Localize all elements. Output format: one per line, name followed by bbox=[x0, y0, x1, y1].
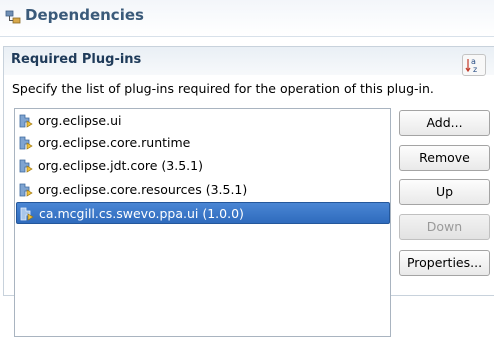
list-item-label: org.eclipse.ui bbox=[38, 113, 122, 128]
down-button[interactable]: Down bbox=[399, 214, 490, 240]
dependencies-icon bbox=[5, 10, 21, 24]
list-item-label: ca.mcgill.cs.swevo.ppa.ui (1.0.0) bbox=[39, 206, 244, 221]
section-title-bar: Required Plug-ins bbox=[4, 47, 494, 75]
required-plugins-section: Required Plug-ins a z Specify the list o… bbox=[3, 46, 494, 337]
section-description: Specify the list of plug-ins required fo… bbox=[12, 81, 434, 96]
plugin-icon bbox=[20, 207, 34, 221]
list-item-selected[interactable]: ca.mcgill.cs.swevo.ppa.ui (1.0.0) bbox=[16, 202, 390, 224]
plugin-icon bbox=[19, 159, 33, 173]
plugin-list[interactable]: org.eclipse.ui org.eclipse.core.runtime … bbox=[14, 108, 391, 337]
list-item-label: org.eclipse.core.resources (3.5.1) bbox=[38, 182, 248, 197]
up-button[interactable]: Up bbox=[399, 179, 490, 205]
page-title: Dependencies bbox=[25, 6, 144, 24]
properties-button[interactable]: Properties... bbox=[399, 250, 490, 276]
list-item[interactable]: org.eclipse.ui bbox=[16, 110, 390, 132]
plugin-icon bbox=[19, 114, 33, 128]
svg-text:z: z bbox=[473, 65, 477, 74]
list-item[interactable]: org.eclipse.jdt.core (3.5.1) bbox=[16, 155, 390, 177]
sort-alphabetical-icon: a z bbox=[465, 57, 477, 74]
section-title: Required Plug-ins bbox=[11, 52, 142, 67]
remove-button[interactable]: Remove bbox=[399, 145, 490, 171]
list-item-label: org.eclipse.core.runtime bbox=[38, 135, 191, 150]
sort-button[interactable]: a z bbox=[462, 54, 486, 76]
list-item-label: org.eclipse.jdt.core (3.5.1) bbox=[38, 158, 203, 173]
plugin-icon bbox=[19, 183, 33, 197]
editor-header: Dependencies bbox=[0, 0, 494, 37]
list-item[interactable]: org.eclipse.core.runtime bbox=[16, 132, 390, 154]
list-item[interactable]: org.eclipse.core.resources (3.5.1) bbox=[16, 179, 390, 201]
plugin-icon bbox=[19, 136, 33, 150]
add-button[interactable]: Add... bbox=[399, 110, 490, 136]
